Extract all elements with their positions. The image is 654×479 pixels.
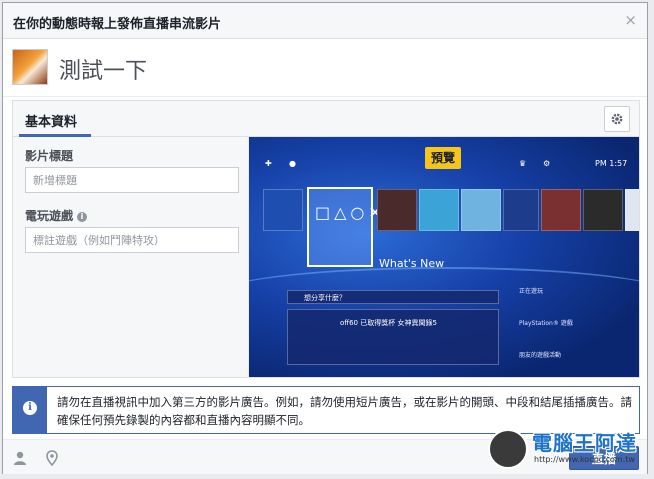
watermark-logo-text: 電腦王阿達 (532, 431, 637, 455)
ps-plus-icon: ✚ (265, 159, 272, 168)
ps-game-tile (625, 189, 639, 231)
ps-store-tile (263, 189, 303, 231)
ps-game-tile (461, 189, 501, 231)
ps-post-box: 想分享什麼？ (287, 290, 499, 304)
gear-icon (611, 113, 623, 125)
live-stream-dialog: 在你的動態時報上發佈直播串流影片 × 測試一下 基本資料 影片標題 電玩遊戲i (2, 2, 648, 474)
ps-shapes-logo: □△○✕ (315, 203, 386, 222)
tab-bar: 基本資料 (13, 101, 639, 137)
tab-basic-info[interactable]: 基本資料 (19, 101, 91, 137)
notice-text: 請勿在直播視訊中加入第三方的影片廣告。例如，請勿使用短片廣告，或在影片的開頭、中… (57, 395, 632, 427)
ps-side-line: 朋友的遊戲活動 (519, 352, 562, 359)
video-title-label: 影片標題 (25, 149, 74, 163)
preview-badge: 預覽 (425, 147, 461, 169)
video-title-input[interactable] (25, 167, 239, 193)
ps-whats-new-tile: □△○✕ (307, 187, 386, 267)
ps-game-tile (419, 189, 459, 231)
dialog-title: 在你的動態時報上發佈直播串流影片 (13, 17, 222, 32)
close-icon[interactable]: × (624, 11, 637, 29)
ps-gallery-tile (503, 189, 539, 231)
ps-info-icon: ● (289, 159, 296, 168)
ps-game-tile (541, 189, 581, 231)
location-pin-icon[interactable] (45, 450, 59, 466)
info-icon: i (13, 387, 47, 433)
person-tag-icon[interactable] (13, 450, 27, 466)
info-icon[interactable]: i (77, 212, 88, 222)
ps-feed-text: off60 已取得獎杯 女神異聞錄5 (340, 319, 437, 327)
video-preview: ✚ ● ♛ ⚙ PM 1:57 □△○✕ What's New 想分享什麼？ o (249, 137, 639, 377)
game-tag-input[interactable] (25, 227, 239, 253)
ps-game-tile (377, 189, 417, 231)
watermark-url: http://www.kocpc.com.tw (534, 455, 635, 464)
ps-game-tile (583, 189, 623, 231)
ps-trophy-icon: ♛ (519, 159, 527, 168)
composer-text[interactable]: 測試一下 (59, 53, 147, 85)
ps-side-line: 正在遊玩 (519, 288, 544, 295)
basic-info-form: 影片標題 電玩遊戲i (13, 137, 249, 377)
ps-feed-item: off60 已取得獎杯 女神異聞錄5 (287, 309, 499, 365)
ps-whats-new-label: What's New (379, 257, 445, 270)
avatar (12, 49, 48, 85)
ps-side-list: 正在遊玩 PlayStation® 遊戲 朋友的遊戲活動 (519, 287, 629, 361)
ps-settings-icon: ⚙ (543, 159, 551, 168)
watermark-mascot (488, 429, 528, 469)
ps-side-line: PlayStation® 遊戲 (519, 320, 573, 327)
ps-post-hint: 想分享什麼？ (304, 294, 346, 302)
watermark: 電腦王阿達 http://www.kocpc.com.tw (488, 425, 652, 477)
ps-time: PM 1:57 (595, 159, 628, 168)
settings-button[interactable] (604, 106, 630, 132)
game-label: 電玩遊戲 (25, 209, 74, 223)
game-label-row: 電玩遊戲 i (25, 207, 88, 224)
composer[interactable]: 測試一下 (3, 39, 647, 97)
dialog-header: 在你的動態時報上發佈直播串流影片 × (3, 3, 647, 39)
details-panel: 基本資料 影片標題 電玩遊戲i ✚ ● ♛ ⚙ (12, 100, 640, 378)
info-glyph: i (23, 401, 37, 415)
